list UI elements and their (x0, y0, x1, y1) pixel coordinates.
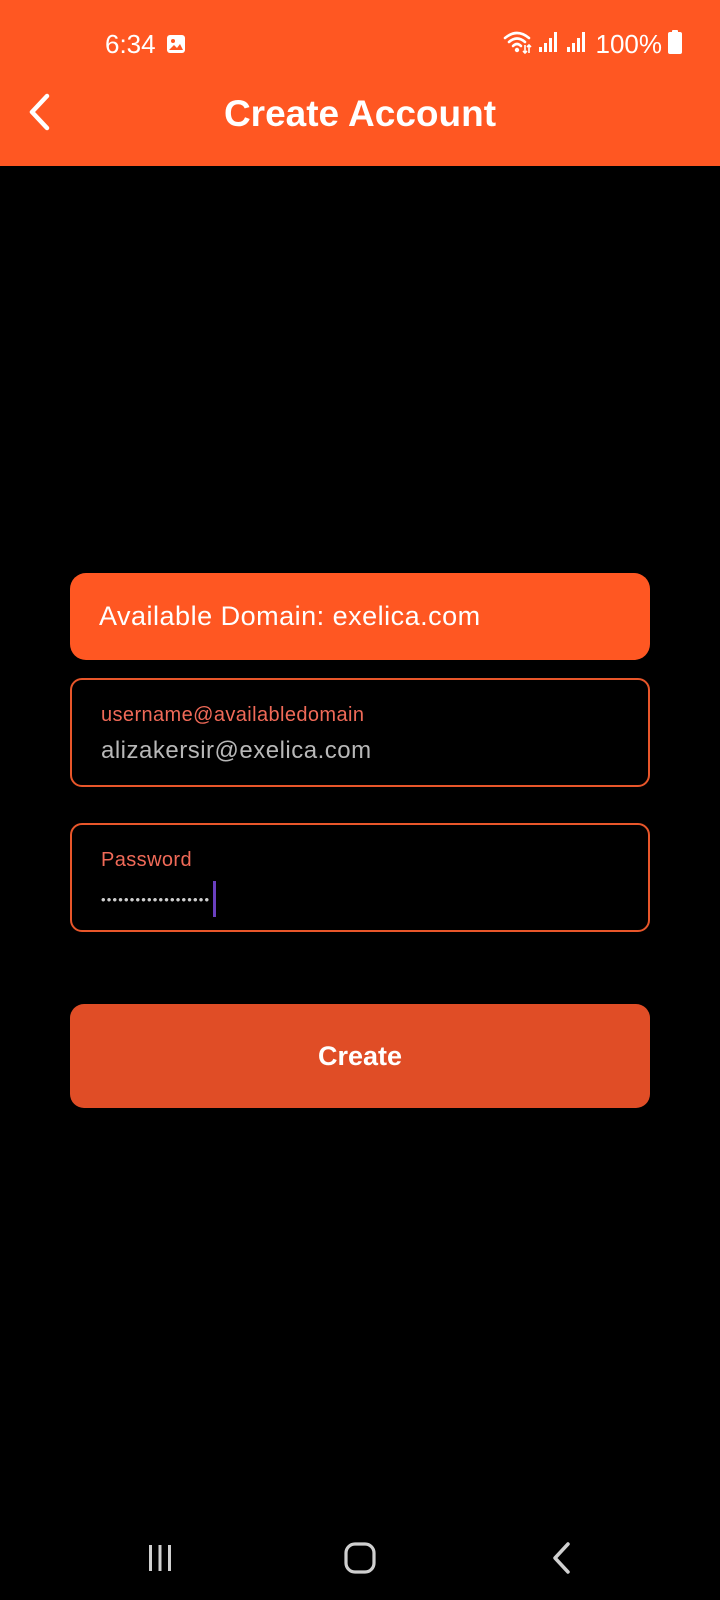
app-top-bar: 6:34 100% Create Account (0, 0, 720, 166)
back-icon (550, 1541, 574, 1580)
password-input-value: ••••••••••••••••••• (101, 881, 217, 917)
home-button[interactable] (330, 1530, 390, 1590)
status-time: 6:34 (105, 29, 156, 59)
status-indicators: 100% (502, 28, 682, 60)
system-back-button[interactable] (532, 1530, 592, 1590)
recents-button[interactable] (130, 1530, 190, 1590)
battery-percentage: 100% (595, 29, 663, 59)
email-field-value: alizakersir@exelica.com (101, 737, 372, 764)
create-button[interactable]: Create (70, 1004, 650, 1108)
signal-icon (538, 30, 560, 59)
battery-icon (668, 29, 682, 59)
page-title: Create Account (223, 93, 497, 134)
recents-icon (145, 1543, 175, 1578)
email-field-label: username@availabledomain (101, 704, 365, 726)
home-icon (343, 1541, 377, 1580)
signal-icon (566, 30, 588, 59)
email-field[interactable]: username@availabledomain alizakersir@exe… (70, 678, 650, 787)
password-masked-text: ••••••••••••••••••• (101, 891, 211, 907)
password-field-label: Password (101, 849, 193, 871)
wifi-icon (502, 29, 532, 60)
gallery-icon (166, 34, 186, 54)
available-domain-banner: Available Domain: exelica.com (70, 573, 650, 660)
password-field[interactable]: Password ••••••••••••••••••• (70, 823, 650, 932)
text-cursor (213, 881, 217, 917)
available-domain-text: Available Domain: exelica.com (99, 601, 481, 631)
system-navigation-bar (0, 1520, 720, 1600)
